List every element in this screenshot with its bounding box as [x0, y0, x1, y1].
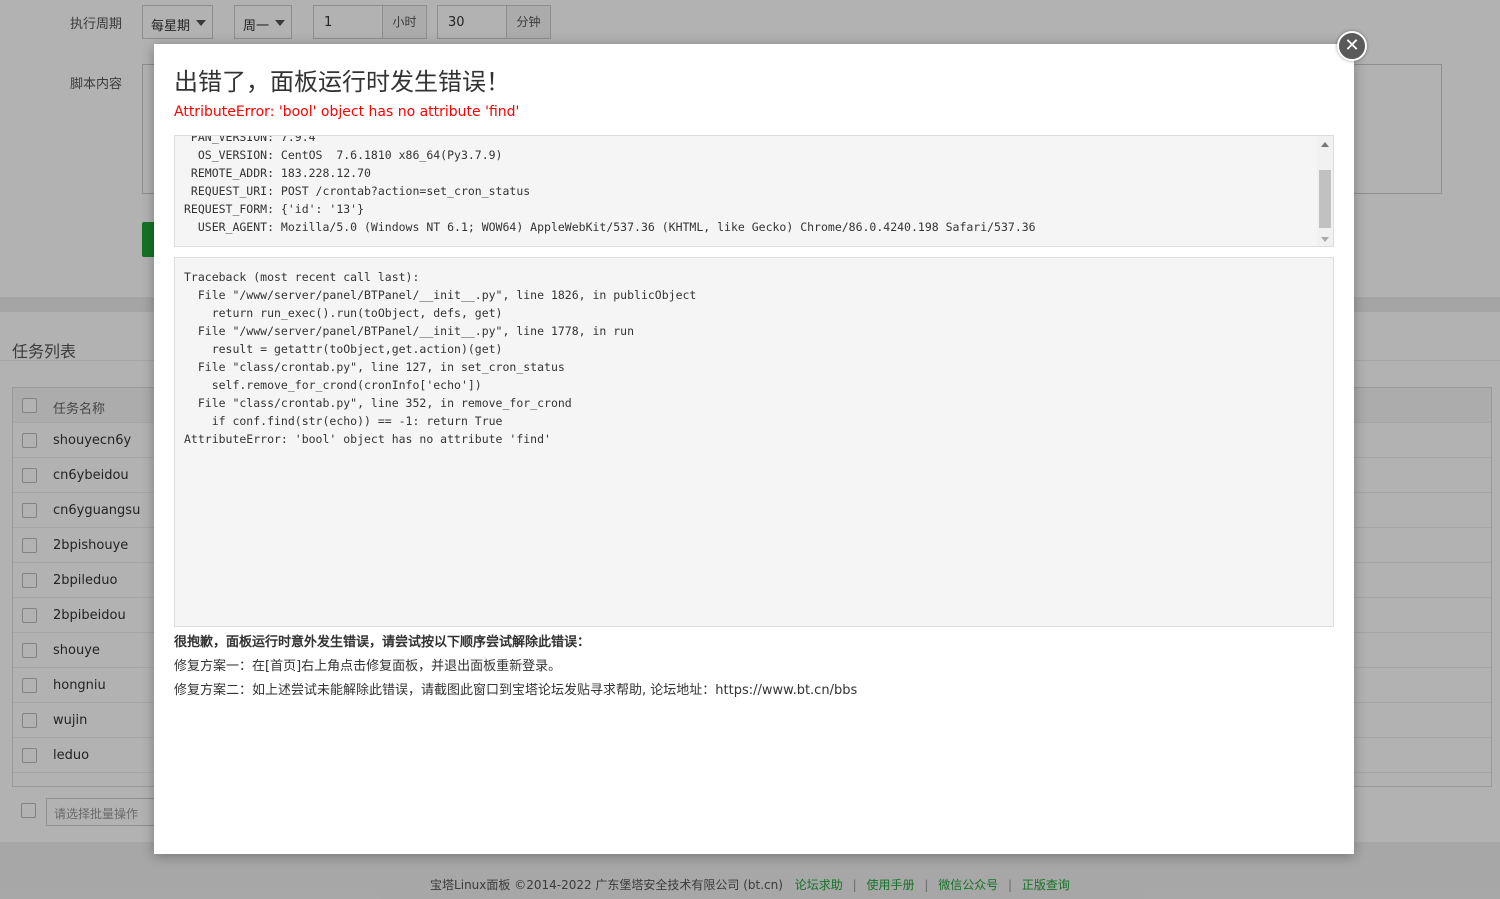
error-dialog: 出错了，面板运行时发生错误！ AttributeError: 'bool' ob…: [154, 44, 1354, 854]
scrollbar[interactable]: [1317, 136, 1333, 246]
error-message: AttributeError: 'bool' object has no att…: [174, 104, 520, 120]
traceback-box[interactable]: Traceback (most recent call last): File …: [174, 257, 1334, 627]
apology-text: 很抱歉，面板运行时意外发生错误，请尝试按以下顺序尝试解除此错误：: [174, 635, 591, 650]
scroll-down-arrow-icon[interactable]: [1321, 237, 1329, 242]
scrollbar-thumb[interactable]: [1319, 170, 1331, 228]
fix-option-two: 修复方案二：如上述尝试未能解除此错误，请截图此窗口到宝塔论坛发贴寻求帮助, 论坛…: [174, 683, 858, 698]
traceback-text: Traceback (most recent call last): File …: [184, 270, 697, 446]
scroll-up-arrow-icon[interactable]: [1321, 142, 1329, 147]
environment-info-text: PAN_VERSION: 7.9.4 OS_VERSION: CentOS 7.…: [184, 135, 1036, 234]
close-dialog-button[interactable]: ✕: [1337, 31, 1367, 61]
dialog-title: 出错了，面板运行时发生错误！: [174, 68, 510, 96]
close-icon: ✕: [1344, 35, 1360, 56]
fix-option-one: 修复方案一：在[首页]右上角点击修复面板，并退出面板重新登录。: [174, 659, 562, 674]
environment-info-box[interactable]: PAN_VERSION: 7.9.4 OS_VERSION: CentOS 7.…: [174, 135, 1334, 247]
